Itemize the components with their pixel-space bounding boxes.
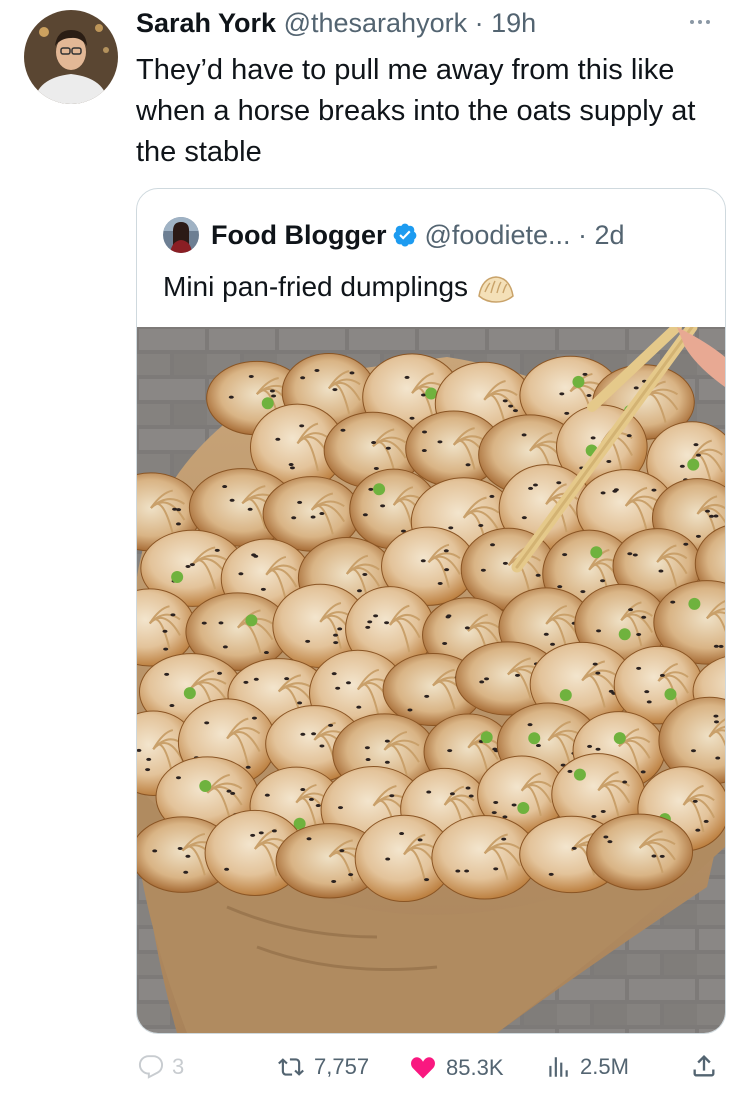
analytics-icon [544,1054,572,1080]
retweet-button[interactable]: 7,757 [276,1054,369,1080]
tweet-timestamp[interactable]: 19h [491,8,536,38]
tweet-header: Sarah York @thesarahyork · 19h [136,8,536,38]
author-handle[interactable]: @thesarahyork [284,8,468,38]
quoted-tweet-image[interactable] [137,321,725,1033]
quoted-author-avatar[interactable] [163,217,199,253]
quoted-tweet-text-content: Mini pan-fried dumplings [163,271,469,302]
share-button[interactable] [690,1052,718,1080]
quoted-tweet-header: Food Blogger @foodiete... · 2d [211,219,625,255]
more-options-icon[interactable] [690,12,724,32]
verified-badge-icon [392,222,418,255]
quoted-tweet-timestamp[interactable]: 2d [595,220,625,250]
like-count: 85.3K [446,1055,504,1080]
quoted-author-handle[interactable]: @foodiete... [424,220,570,250]
share-icon [690,1052,718,1080]
author-name[interactable]: Sarah York [136,8,276,38]
retweet-count: 7,757 [314,1054,370,1079]
retweet-icon [276,1054,306,1080]
like-button[interactable]: 85.3K [408,1054,504,1082]
reply-button[interactable]: 3 [138,1054,184,1080]
dumpling-emoji-icon [476,272,516,315]
quoted-author-name[interactable]: Food Blogger [211,220,386,250]
heart-icon [408,1054,438,1082]
quoted-tweet[interactable]: Food Blogger @foodiete... · 2d Mini pan-f… [136,188,726,1034]
reply-icon [138,1054,164,1080]
author-avatar[interactable] [24,10,118,104]
reply-count: 3 [172,1054,185,1079]
views-button[interactable]: 2.5M [544,1054,629,1080]
view-count: 2.5M [580,1054,629,1079]
quoted-tweet-text: Mini pan-fried dumplings [163,269,516,315]
tweet-actions-bar: 3 7,757 85.3K 2.5M [0,1048,750,1088]
tweet-text: They’d have to pull me away from this li… [136,54,696,168]
separator-dot: · [578,220,587,250]
separator-dot: · [474,8,484,38]
